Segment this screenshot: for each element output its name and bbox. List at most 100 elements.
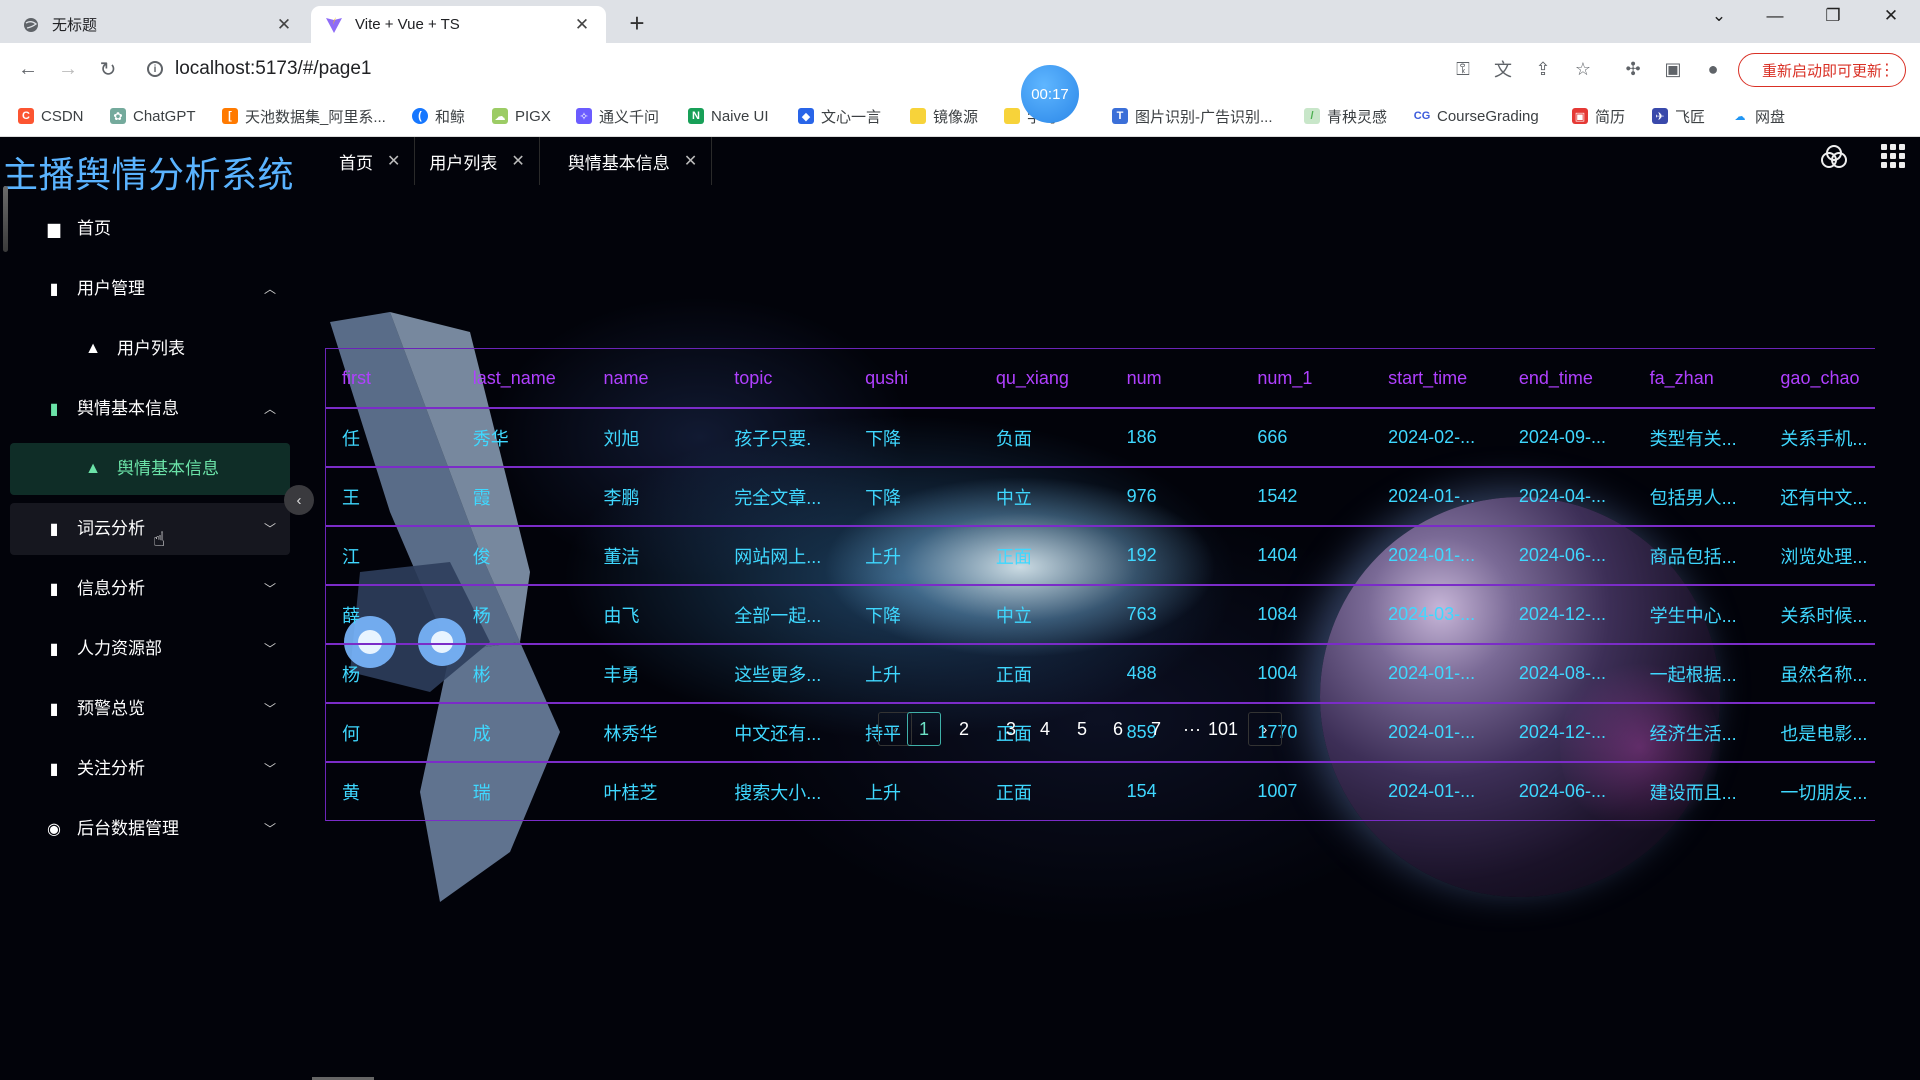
sidebar-item-sentiment-group[interactable]: ▮ 舆情基本信息 ︿ — [10, 383, 290, 435]
table-cell: 网站网上... — [718, 526, 850, 586]
table-cell: 浏览处理... — [1764, 526, 1875, 586]
table-row[interactable]: 王霞李鹏 完全文章... 下降 中立 976 1542 2024-01-... 2024-04… — [326, 467, 1875, 527]
table-row[interactable]: 杨彬丰勇 这些更多... 上升 正面 488 1004 2024-01-... 2024-08… — [326, 644, 1875, 704]
column-header[interactable]: qu_xiang — [979, 349, 1111, 409]
recording-timer[interactable]: 00:17 — [1021, 65, 1079, 123]
bookmark-pigx[interactable]: ☁ PIGX — [492, 104, 551, 128]
table-row[interactable]: 薛杨由飞 全部一起... 下降 中立 763 1084 2024-03-... 2024-12… — [326, 585, 1875, 645]
sidebar-item-user-list[interactable]: ▲ 用户列表 — [10, 323, 290, 375]
bookmark-tianchi[interactable]: [天池数据集_阿里系... — [222, 104, 386, 128]
table-row[interactable]: 任秀华 刘旭 孩子只要. 下降 负面 186 666 2024-02-... 2024-09-.… — [326, 408, 1875, 468]
column-header[interactable]: first — [326, 349, 457, 409]
sidebar-item-warning-overview[interactable]: ▮ 预警总览 ﹀ — [10, 683, 290, 735]
theme-icon[interactable] — [1820, 143, 1848, 178]
page-button[interactable]: 5 — [1065, 712, 1099, 746]
bookmark-coursegrading[interactable]: CG CourseGrading — [1414, 104, 1539, 128]
page-button[interactable]: 4 — [1028, 712, 1062, 746]
key-icon[interactable]: ⚿ — [1448, 54, 1478, 84]
column-header[interactable]: fa_zhan — [1633, 349, 1765, 409]
column-header[interactable]: gao_chao — [1764, 349, 1875, 409]
address-bar[interactable]: i localhost:5173/#/page1 — [147, 43, 372, 95]
app-title: 主播舆情分析系统 — [2, 154, 295, 195]
page-button[interactable]: 101 — [1206, 712, 1240, 746]
tab-user-list[interactable]: 用户列表 ✕ — [415, 137, 540, 185]
translate-icon[interactable]: 文 — [1488, 54, 1518, 84]
close-tab-icon[interactable]: ✕ — [572, 15, 592, 35]
warning-icon: ▲ — [85, 340, 101, 357]
share-icon[interactable]: ⇪ — [1528, 54, 1558, 84]
page-button[interactable]: 1 — [907, 712, 941, 746]
column-header[interactable]: start_time — [1372, 349, 1503, 409]
tab-sentiment-info[interactable]: 舆情基本信息 ✕ — [540, 137, 713, 185]
column-header[interactable]: num — [1110, 349, 1242, 409]
column-header[interactable]: name — [587, 349, 719, 409]
sidebar-scrollbar[interactable] — [3, 186, 8, 252]
bookmark-mirror[interactable]: 镜像源 — [910, 104, 978, 128]
bookmark-chatgpt[interactable]: ✿ ChatGPT — [110, 104, 196, 128]
page-button[interactable]: 6 — [1101, 712, 1135, 746]
info-icon[interactable]: i — [147, 61, 163, 77]
column-header[interactable]: num_1 — [1241, 349, 1373, 409]
forward-icon[interactable]: → — [54, 58, 82, 81]
table-cell: 中文还有... — [718, 703, 850, 763]
close-icon[interactable]: ✕ — [387, 151, 400, 171]
column-header[interactable]: topic — [718, 349, 850, 409]
bookmark-hejing[interactable]: (和鲸 — [412, 104, 465, 128]
sidebar-item-label: 信息分析 — [77, 579, 145, 598]
table-row[interactable]: 江俊董洁 网站网上... 上升 正面 192 1404 2024-01-... 2024-06… — [326, 526, 1875, 586]
table-cell: 2024-09-... — [1502, 408, 1634, 468]
close-window-icon[interactable]: ✕ — [1876, 6, 1906, 26]
browser-tab-vite[interactable]: Vite + Vue + TS ✕ — [311, 6, 606, 43]
apps-grid-icon[interactable] — [1880, 143, 1906, 176]
profile-icon[interactable]: ● — [1698, 54, 1728, 84]
restore-icon[interactable]: ❐ — [1818, 6, 1848, 26]
globe-icon — [22, 16, 40, 34]
browser-tab-untitled[interactable]: 无标题 ✕ — [8, 6, 308, 43]
sidebar-item-info-analysis[interactable]: ▮ 信息分析 ﹀ — [10, 563, 290, 615]
sidebar-item-wordcloud[interactable]: ▮ 词云分析 ﹀ — [10, 503, 290, 555]
page-button[interactable]: 7 — [1139, 712, 1173, 746]
table-cell: 董洁 — [587, 526, 719, 586]
sidebar-item-backend-data[interactable]: ◉ 后台数据管理 ﹀ — [10, 803, 290, 855]
bookmark-wenxin[interactable]: ◆ 文心一言 — [798, 104, 881, 128]
bookmark-tongyi[interactable]: ✧ 通义千问 — [576, 104, 659, 128]
bookmark-label: 青秧灵感 — [1327, 108, 1388, 126]
sidebar-item-follow-analysis[interactable]: ▮ 关注分析 ﹀ — [10, 743, 290, 795]
sidebar-item-user-management[interactable]: ▮ 用户管理 ︿ — [10, 263, 290, 315]
column-header[interactable]: last_name — [456, 349, 588, 409]
extensions-icon[interactable]: ✣ — [1618, 54, 1648, 84]
sidebar-item-home[interactable]: ▆ 首页 — [10, 203, 290, 255]
bookmark-naiveui[interactable]: N Naive UI — [688, 104, 769, 128]
sidebar-item-sentiment-info[interactable]: ▲ 舆情基本信息 — [10, 443, 290, 495]
bookmark-qingyang[interactable]: / 青秧灵感 — [1304, 104, 1387, 128]
new-tab-icon[interactable]: + — [624, 8, 650, 39]
next-page-button[interactable]: › — [1248, 712, 1282, 746]
tab-home[interactable]: 首页 ✕ — [325, 137, 416, 185]
reload-icon[interactable]: ↻ — [94, 57, 122, 82]
page-button[interactable]: 2 — [947, 712, 981, 746]
browser-tabstrip: 无标题 ✕ Vite + Vue + TS ✕ + ⌄ — ❐ ✕ — [0, 0, 1920, 43]
bookmark-feijiang[interactable]: ✈ 飞匠 — [1652, 104, 1705, 128]
close-tab-icon[interactable]: ✕ — [274, 15, 294, 35]
bookmark-netdisk[interactable]: ☁ 网盘 — [1732, 104, 1785, 128]
sidebar-collapse-button[interactable]: ‹ — [284, 485, 314, 515]
table-row[interactable]: 黄瑞叶桂芝 搜索大小... 上升 正面 154 1007 2024-01-... 2024-0… — [326, 762, 1875, 821]
column-header[interactable]: qushi — [849, 349, 980, 409]
close-icon[interactable]: ✕ — [511, 151, 524, 171]
menu-icon[interactable]: ⋮ — [1879, 60, 1895, 80]
sidepanel-icon[interactable]: ▣ — [1658, 54, 1688, 84]
minimize-icon[interactable]: — — [1760, 6, 1790, 26]
star-icon[interactable]: ☆ — [1568, 54, 1598, 84]
column-header[interactable]: end_time — [1502, 349, 1634, 409]
close-icon[interactable]: ✕ — [684, 151, 697, 171]
sidebar-item-hr[interactable]: ▮ 人力资源部 ﹀ — [10, 623, 290, 675]
back-icon[interactable]: ← — [14, 58, 42, 81]
update-button[interactable]: 重新启动即可更新 ⋮ — [1738, 53, 1906, 87]
bookmark-resume[interactable]: ▣ 简历 — [1572, 104, 1625, 128]
page-button[interactable]: 3 — [994, 712, 1028, 746]
tab-search-icon[interactable]: ⌄ — [1704, 6, 1734, 26]
table-cell: 还有中文... — [1764, 467, 1875, 527]
table-cell: 关系手机... — [1764, 408, 1875, 468]
bookmark-ocr[interactable]: T 图片识别-广告识别... — [1112, 104, 1273, 128]
bookmark-csdn[interactable]: C CSDN — [18, 104, 84, 128]
